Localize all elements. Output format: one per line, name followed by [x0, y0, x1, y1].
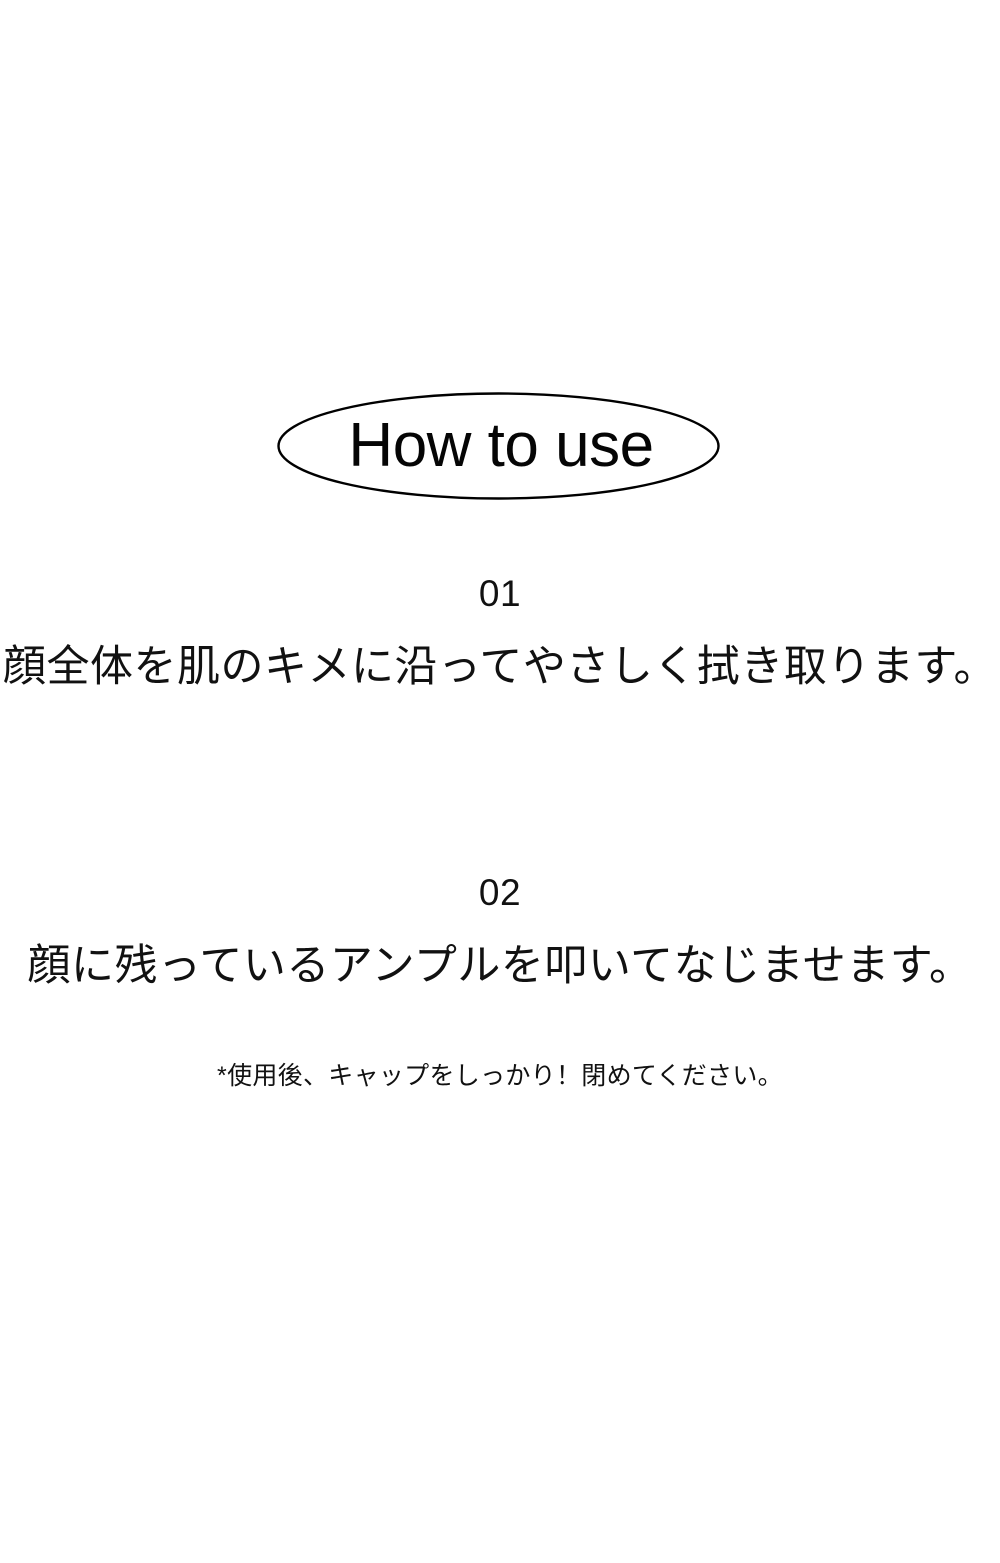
step-item: 01 顔全体を肌のキメに沿ってやさしく拭き取ります。 [0, 575, 1000, 694]
step-number: 02 [478, 871, 522, 913]
steps-list: 01 顔全体を肌のキメに沿ってやさしく拭き取ります。 02 顔に残っているアンプ… [0, 575, 1000, 992]
page-title: How to use [348, 411, 654, 480]
step-item: 02 顔に残っているアンプルを叩いてなじませます。 [0, 874, 1000, 993]
how-to-use-page: How to use 01 顔全体を肌のキメに沿ってやさしく拭き取ります。 02… [0, 0, 1000, 1563]
step-description: 顔全体を肌のキメに沿ってやさしく拭き取ります。 [2, 643, 998, 691]
step-description: 顔に残っているアンプルを叩いてなじませます。 [27, 941, 973, 990]
step-number: 01 [478, 573, 522, 614]
footnote-text: *使用後、キャップをしっかり！閉めてください。 [217, 1062, 783, 1090]
title-block: How to use [0, 392, 1000, 502]
